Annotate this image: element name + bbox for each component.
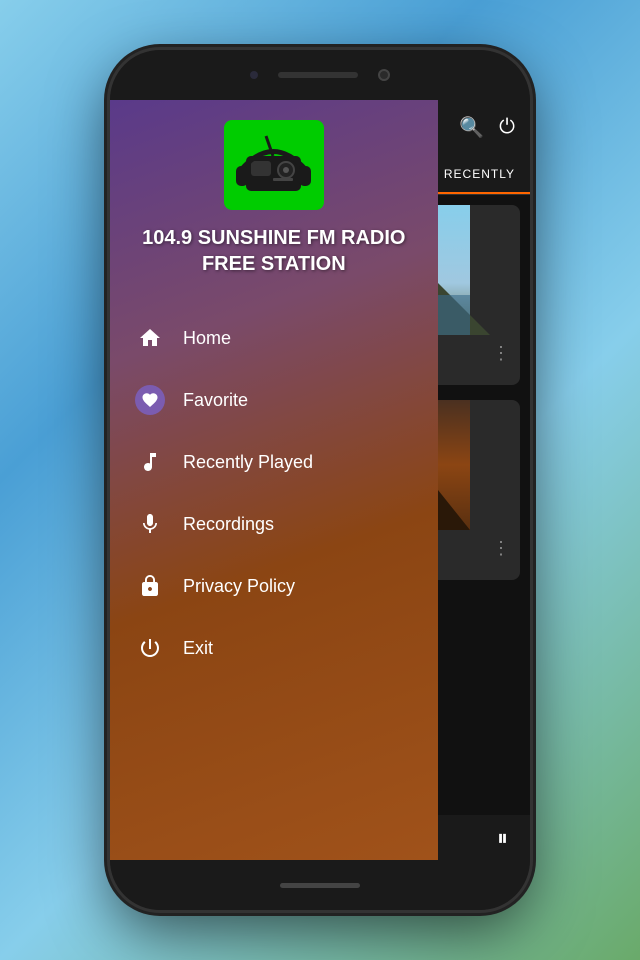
nav-item-exit[interactable]: Exit (110, 617, 438, 679)
nav-label-privacy-policy: Privacy Policy (183, 576, 295, 597)
search-icon[interactable]: 🔍 (459, 115, 484, 140)
heart-icon-container (135, 385, 165, 415)
mic-icon (135, 509, 165, 539)
nav-label-recently-played: Recently Played (183, 452, 313, 473)
front-camera (250, 71, 258, 79)
pause-button[interactable]: ⏸ (497, 825, 510, 851)
power-icon[interactable]: ⏻ (499, 116, 515, 139)
nav-item-home[interactable]: Home (110, 307, 438, 369)
nav-label-recordings: Recordings (183, 514, 274, 535)
nav-item-favorite[interactable]: Favorite (110, 369, 438, 431)
drawer-nav: Home Favorite (110, 287, 438, 860)
nav-label-favorite: Favorite (183, 390, 248, 411)
station-name: 104.9 SUNSHINE FM RADIO FREE STATION (130, 225, 418, 277)
speaker (278, 72, 358, 78)
home-icon (135, 323, 165, 353)
nav-label-home: Home (183, 328, 231, 349)
phone-top (110, 50, 530, 100)
more-options-2[interactable]: ⋮ (492, 538, 510, 559)
nav-item-recently-played[interactable]: Recently Played (110, 431, 438, 493)
navigation-drawer: 104.9 SUNSHINE FM RADIO FREE STATION Hom… (110, 100, 438, 860)
camera-dot (378, 69, 390, 81)
phone-screen: ne 🔍 ⏻ E RECENTLY (110, 100, 530, 860)
home-bar (280, 883, 360, 888)
nav-item-recordings[interactable]: Recordings (110, 493, 438, 555)
phone-bottom (110, 860, 530, 910)
music-icon (135, 447, 165, 477)
lock-icon (135, 571, 165, 601)
more-options-1[interactable]: ⋮ (492, 343, 510, 364)
tab-recently[interactable]: RECENTLY (429, 155, 530, 194)
app-logo (224, 120, 324, 210)
nav-label-exit: Exit (183, 638, 213, 659)
drawer-header: 104.9 SUNSHINE FM RADIO FREE STATION (110, 100, 438, 287)
exit-icon (135, 633, 165, 663)
phone-shell: ne 🔍 ⏻ E RECENTLY (110, 50, 530, 910)
nav-item-privacy-policy[interactable]: Privacy Policy (110, 555, 438, 617)
